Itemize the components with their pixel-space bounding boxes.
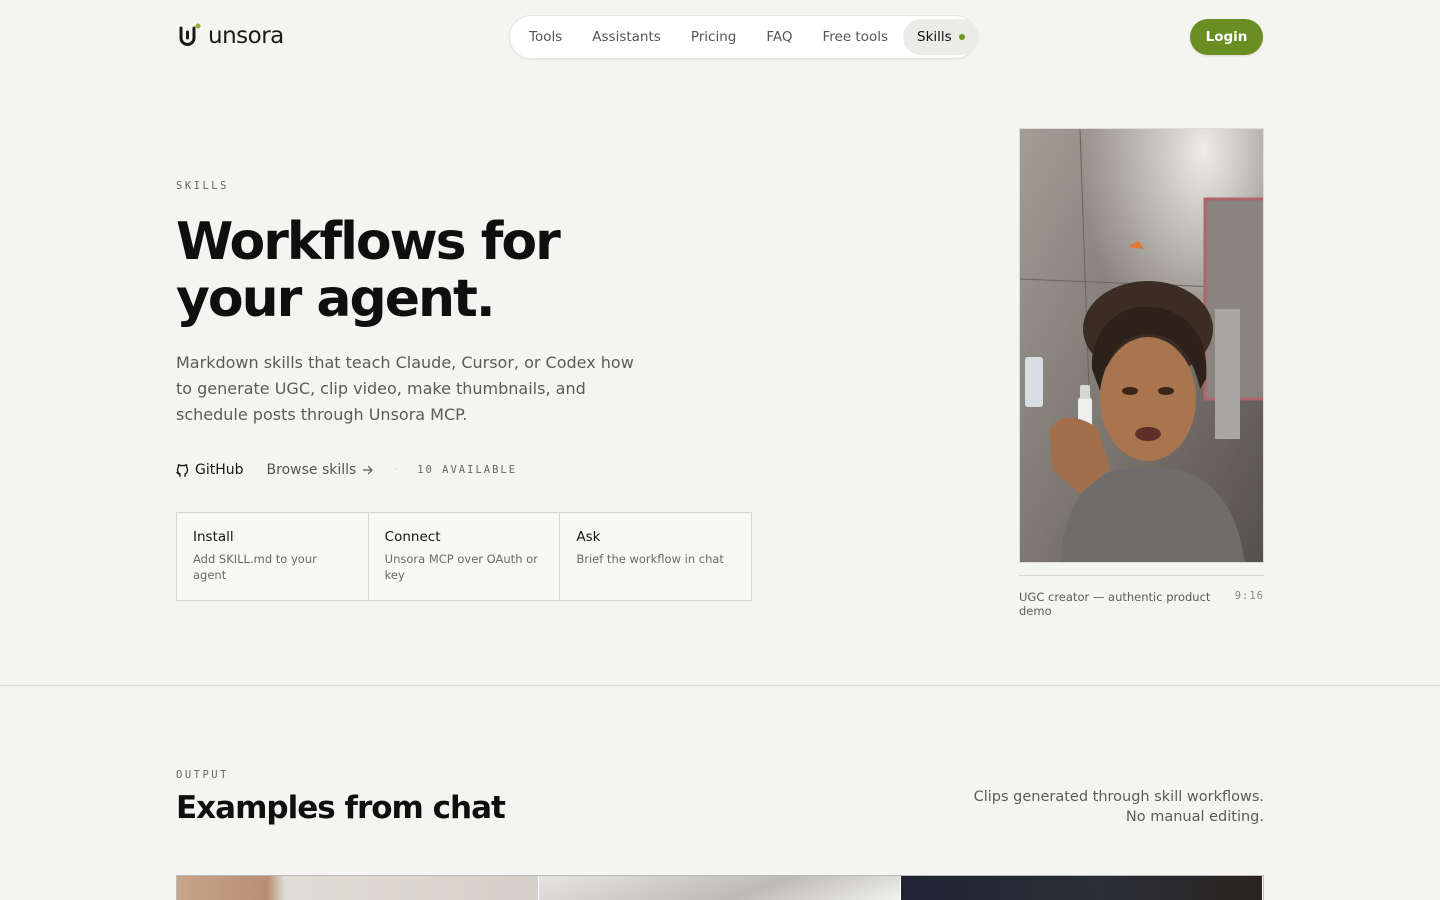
example-clip[interactable] xyxy=(539,876,901,900)
nav-item-skills-label: Skills xyxy=(917,29,952,45)
video-frame-illustration xyxy=(1020,129,1263,562)
step-ask: Ask Brief the workflow in chat xyxy=(560,513,751,600)
step-connect: Connect Unsora MCP over OAuth or key xyxy=(369,513,561,600)
separator-dot: · xyxy=(394,465,398,475)
step-title: Install xyxy=(193,529,234,545)
aspect-ratio-label: 9:16 xyxy=(1234,590,1264,602)
active-dot-icon xyxy=(958,34,965,40)
example-clip[interactable] xyxy=(901,876,1263,900)
login-button[interactable]: Login xyxy=(1190,19,1263,55)
example-clip[interactable] xyxy=(177,876,539,900)
step-description: Brief the workflow in chat xyxy=(576,552,724,566)
available-count: 10 AVAILABLE xyxy=(417,464,518,476)
step-description: Add SKILL.md to your agent xyxy=(193,552,317,582)
step-title: Connect xyxy=(384,529,441,545)
site-header: unsora Tools Assistants Pricing FAQ Free… xyxy=(0,0,1440,74)
output-note: Clips generated through skill workflows.… xyxy=(973,789,1264,825)
brand-name: unsora xyxy=(208,23,284,49)
github-label: GitHub xyxy=(195,462,244,478)
nav-item-pricing[interactable]: Pricing xyxy=(676,19,752,55)
video-caption: UGC creator — authentic product demo 9:1… xyxy=(1019,575,1264,618)
hero-title: Workflows for your agent. xyxy=(176,212,561,329)
browse-skills-link[interactable]: Browse skills xyxy=(267,462,375,478)
output-eyebrow: OUTPUT xyxy=(176,769,229,781)
nav-item-faq[interactable]: FAQ xyxy=(751,19,807,55)
ugc-video-player[interactable] xyxy=(1019,128,1264,563)
output-title: Examples from chat xyxy=(176,790,506,826)
section-divider xyxy=(0,685,1440,686)
nav-item-assistants[interactable]: Assistants xyxy=(577,19,676,55)
example-clips-strip xyxy=(176,875,1264,900)
hero-links: GitHub Browse skills · 10 AVAILABLE xyxy=(176,458,517,482)
github-link[interactable]: GitHub xyxy=(176,462,244,478)
hero-eyebrow: SKILLS xyxy=(176,180,229,192)
arrow-right-icon xyxy=(363,465,373,475)
step-description: Unsora MCP over OAuth or key xyxy=(384,552,538,582)
nav-item-tools[interactable]: Tools xyxy=(514,19,577,55)
video-caption-text: UGC creator — authentic product demo xyxy=(1019,590,1211,618)
github-icon xyxy=(176,463,189,477)
nav-item-free-tools[interactable]: Free tools xyxy=(807,19,903,55)
steps-panel: Install Add SKILL.md to your agent Conne… xyxy=(176,512,752,601)
main-nav: Tools Assistants Pricing FAQ Free tools … xyxy=(509,15,979,59)
step-install: Install Add SKILL.md to your agent xyxy=(177,513,369,600)
logo-mark-icon xyxy=(178,22,202,50)
step-title: Ask xyxy=(576,529,601,545)
hero-description: Markdown skills that teach Claude, Curso… xyxy=(176,353,634,424)
logo[interactable]: unsora xyxy=(178,22,284,50)
browse-skills-label: Browse skills xyxy=(266,462,357,478)
nav-item-skills[interactable]: Skills xyxy=(903,19,979,55)
